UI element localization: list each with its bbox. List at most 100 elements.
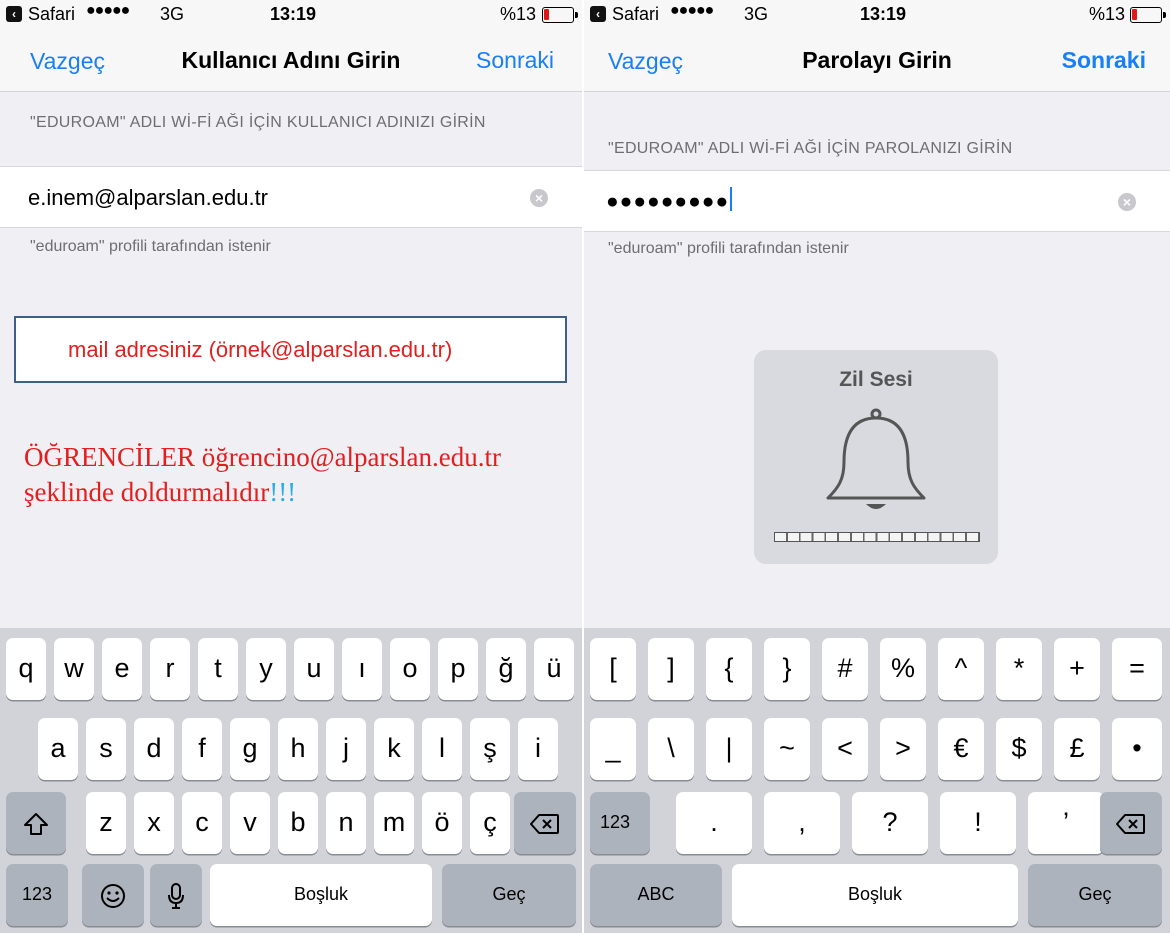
- key-hash[interactable]: #: [822, 638, 868, 700]
- text-caret: [730, 187, 733, 211]
- back-to-app-icon[interactable]: ‹: [590, 6, 606, 22]
- key-y[interactable]: y: [246, 638, 286, 700]
- key-w[interactable]: w: [54, 638, 94, 700]
- battery-icon: [1130, 7, 1166, 23]
- annotation-note-text: ÖĞRENCİLER öğrencino@alparslan.edu.tr şe…: [24, 442, 501, 507]
- key-bullet[interactable]: •: [1112, 718, 1162, 780]
- key-exclamation[interactable]: !: [940, 792, 1016, 854]
- key-u[interactable]: u: [294, 638, 334, 700]
- annotation-box-text: mail adresiniz (örnek@alparslan.edu.tr): [68, 337, 453, 362]
- username-screen: ‹ Safari ●●●●● 3G 13:19 %13 Vazgeç Kulla…: [0, 0, 582, 933]
- key-k[interactable]: k: [374, 718, 414, 780]
- key-pound[interactable]: £: [1054, 718, 1100, 780]
- username-field[interactable]: e.inem@alparslan.edu.tr ×: [0, 166, 582, 228]
- go-key[interactable]: Geç: [442, 864, 576, 926]
- key-right-brace[interactable]: }: [764, 638, 810, 700]
- key-plus[interactable]: +: [1054, 638, 1100, 700]
- delete-key[interactable]: [514, 792, 576, 854]
- shift-key[interactable]: [6, 792, 66, 854]
- password-field[interactable]: ●●●●●●●●● ×: [584, 170, 1170, 232]
- key-u-umlaut[interactable]: ü: [534, 638, 574, 700]
- key-period[interactable]: .: [676, 792, 752, 854]
- key-right-bracket[interactable]: ]: [648, 638, 694, 700]
- key-c-cedilla[interactable]: ç: [470, 792, 510, 854]
- key-b[interactable]: b: [278, 792, 318, 854]
- field-footer: "eduroam" profili tarafından istenir: [608, 240, 849, 257]
- password-dots: ●●●●●●●●●: [606, 190, 730, 213]
- key-comma[interactable]: ,: [764, 792, 840, 854]
- key-left-brace[interactable]: {: [706, 638, 752, 700]
- password-input[interactable]: ●●●●●●●●●: [606, 187, 733, 214]
- key-underscore[interactable]: _: [590, 718, 636, 780]
- key-dollar[interactable]: $: [996, 718, 1042, 780]
- keyboard: q w e r t y u ı o p ğ ü a s d f g h j k …: [0, 628, 582, 933]
- next-button[interactable]: Sonraki: [476, 47, 554, 74]
- key-z[interactable]: z: [86, 792, 126, 854]
- key-pipe[interactable]: |: [706, 718, 752, 780]
- username-input[interactable]: e.inem@alparslan.edu.tr: [28, 185, 268, 211]
- numbers-key[interactable]: 123: [590, 792, 650, 854]
- key-d[interactable]: d: [134, 718, 174, 780]
- dictation-key[interactable]: [150, 864, 202, 926]
- key-a[interactable]: a: [38, 718, 78, 780]
- key-r[interactable]: r: [150, 638, 190, 700]
- emoji-key[interactable]: [82, 864, 144, 926]
- key-g-breve[interactable]: ğ: [486, 638, 526, 700]
- key-less-than[interactable]: <: [822, 718, 868, 780]
- key-x[interactable]: x: [134, 792, 174, 854]
- key-euro[interactable]: €: [938, 718, 984, 780]
- key-o-umlaut[interactable]: ö: [422, 792, 462, 854]
- key-backslash[interactable]: \: [648, 718, 694, 780]
- key-v[interactable]: v: [230, 792, 270, 854]
- key-h[interactable]: h: [278, 718, 318, 780]
- key-f[interactable]: f: [182, 718, 222, 780]
- key-p[interactable]: p: [438, 638, 478, 700]
- key-tilde[interactable]: ~: [764, 718, 810, 780]
- status-app-name: Safari: [612, 4, 660, 24]
- status-time: 13:19: [860, 4, 907, 24]
- key-left-bracket[interactable]: [: [590, 638, 636, 700]
- key-m[interactable]: m: [374, 792, 414, 854]
- network-type: 3G: [160, 4, 185, 24]
- status-bar: ‹ Safari ●●●●● 3G 13:19 %13: [584, 0, 1170, 30]
- key-t[interactable]: t: [198, 638, 238, 700]
- navigation-bar: Vazgeç Parolayı Girin Sonraki: [584, 30, 1170, 92]
- key-percent[interactable]: %: [880, 638, 926, 700]
- emoji-icon: [101, 883, 125, 908]
- key-dotless-i[interactable]: ı: [342, 638, 382, 700]
- clear-text-icon[interactable]: ×: [1118, 193, 1136, 211]
- clear-text-icon[interactable]: ×: [530, 189, 548, 207]
- key-l[interactable]: l: [422, 718, 462, 780]
- next-button[interactable]: Sonraki: [1062, 47, 1146, 74]
- key-asterisk[interactable]: *: [996, 638, 1042, 700]
- key-n[interactable]: n: [326, 792, 366, 854]
- key-e[interactable]: e: [102, 638, 142, 700]
- key-caret[interactable]: ^: [938, 638, 984, 700]
- space-key[interactable]: Boşluk: [210, 864, 432, 926]
- annotation-note: ÖĞRENCİLER öğrencino@alparslan.edu.tr şe…: [24, 440, 580, 510]
- shift-icon: [24, 812, 48, 835]
- key-s-cedilla[interactable]: ş: [470, 718, 510, 780]
- key-o[interactable]: o: [390, 638, 430, 700]
- bell-icon: [826, 408, 926, 509]
- key-apostrophe[interactable]: ’: [1028, 792, 1104, 854]
- key-s[interactable]: s: [86, 718, 126, 780]
- back-to-app-icon[interactable]: ‹: [6, 6, 22, 22]
- key-j[interactable]: j: [326, 718, 366, 780]
- key-g[interactable]: g: [230, 718, 270, 780]
- go-key[interactable]: Geç: [1028, 864, 1162, 926]
- field-footer: "eduroam" profili tarafından istenir: [30, 238, 271, 255]
- abc-key[interactable]: ABC: [590, 864, 722, 926]
- key-equals[interactable]: =: [1112, 638, 1162, 700]
- numbers-key[interactable]: 123: [6, 864, 68, 926]
- key-dotted-i[interactable]: i: [518, 718, 558, 780]
- volume-level-bar: [774, 532, 980, 542]
- annotation-box: mail adresiniz (örnek@alparslan.edu.tr): [14, 316, 567, 383]
- key-greater-than[interactable]: >: [880, 718, 926, 780]
- delete-key[interactable]: [1100, 792, 1162, 854]
- key-q[interactable]: q: [6, 638, 46, 700]
- ringer-volume-hud: Zil Sesi: [754, 350, 998, 564]
- key-question[interactable]: ?: [852, 792, 928, 854]
- key-c[interactable]: c: [182, 792, 222, 854]
- space-key[interactable]: Boşluk: [732, 864, 1018, 926]
